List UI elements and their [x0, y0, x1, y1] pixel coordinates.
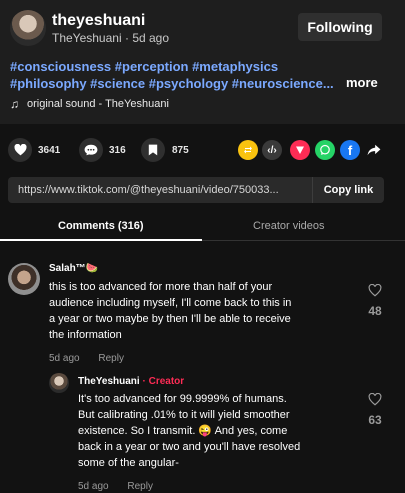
sound-label: original sound - TheYeshuani [27, 98, 169, 110]
author-display-name[interactable]: TheYeshuani [52, 31, 122, 45]
reply-header: TheYeshuani · Creator [78, 376, 184, 387]
repost-glyph [244, 146, 252, 154]
tab-comments[interactable]: Comments (316) [58, 220, 144, 232]
author-meta: TheYeshuani · 5d ago [52, 31, 169, 45]
reply-like[interactable]: 63 [363, 392, 387, 427]
comment-line: audience including myself, I'll come bac… [49, 297, 292, 309]
comment-like[interactable]: 48 [363, 283, 387, 318]
embed-icon[interactable]: ‹/› [262, 140, 282, 160]
reply-time: 5d ago [78, 481, 109, 492]
reply-text: It's too advanced for 99.9999% of humans… [78, 391, 363, 471]
bookmark-icon [148, 144, 158, 156]
comment-line: this is too advanced for more than half … [49, 281, 273, 293]
reply-button[interactable]: Reply [127, 481, 153, 492]
creator-badge: Creator [148, 376, 185, 387]
comment-line: the information [49, 329, 122, 341]
share-arrow-glyph [367, 144, 381, 156]
facebook-icon[interactable]: f [340, 140, 360, 160]
music-note-icon: ♫ [10, 97, 19, 111]
caption-hashtags: #consciousness #perception #metaphysics … [10, 58, 340, 92]
whatsapp-glyph [320, 144, 330, 155]
share-arrow-icon[interactable] [364, 140, 384, 160]
comment-line: a year or two maybe by then I'll be able… [49, 313, 291, 325]
tab-creator-videos[interactable]: Creator videos [253, 220, 325, 232]
comment-icon [84, 144, 98, 156]
like-button[interactable] [8, 138, 32, 162]
caption-more-button[interactable]: more [346, 75, 378, 90]
comment-count: 316 [109, 145, 126, 156]
comment-author[interactable]: Salah™🍉 [49, 263, 98, 274]
reply-meta: 5d ago Reply [78, 481, 153, 492]
actions-row: 3641 316 875 ‹/› f [0, 138, 405, 166]
hashtag-line[interactable]: #philosophy #science #psychology #neuros… [10, 75, 340, 92]
reply-author[interactable]: TheYeshuani [78, 376, 140, 387]
like-count: 3641 [38, 145, 61, 156]
reply-line: back in a year or two and you'll have re… [78, 441, 301, 453]
send-icon[interactable] [290, 140, 310, 160]
link-box: https://www.tiktok.com/@theyeshuani/vide… [8, 177, 384, 203]
heart-outline-icon [368, 392, 382, 406]
reply-line: existence. So I transmit. 😜 And yes, com… [78, 425, 288, 437]
comment-time: 5d ago [49, 353, 80, 364]
save-count: 875 [172, 145, 189, 156]
reply-line: But calibrating .01% to it will yield sm… [78, 409, 290, 421]
comment-meta: 5d ago Reply [49, 353, 124, 364]
comment-button[interactable] [79, 138, 103, 162]
repost-icon[interactable] [238, 140, 258, 160]
reply-button[interactable]: Reply [98, 353, 124, 364]
comment-text: this is too advanced for more than half … [49, 279, 369, 343]
video-url[interactable]: https://www.tiktok.com/@theyeshuani/vide… [18, 184, 308, 196]
whatsapp-icon[interactable] [315, 140, 335, 160]
sound-link[interactable]: ♫ original sound - TheYeshuani [10, 97, 169, 111]
copy-link-button[interactable]: Copy link [312, 177, 384, 203]
video-info-card: theyeshuani TheYeshuani · 5d ago Followi… [0, 0, 405, 124]
heart-icon [14, 144, 26, 156]
author-avatar[interactable] [10, 10, 46, 46]
reply-line: some of the angular- [78, 457, 179, 469]
comment-like-count: 48 [368, 304, 382, 318]
save-button[interactable] [141, 138, 165, 162]
reply-separator: · [142, 376, 146, 387]
following-button[interactable]: Following [298, 13, 382, 41]
send-glyph [296, 146, 304, 154]
reply-line: It's too advanced for 99.9999% of humans… [78, 393, 287, 405]
heart-outline-icon [368, 283, 382, 297]
avatar[interactable] [8, 263, 40, 295]
tabs: Comments (316) Creator videos [0, 213, 405, 241]
active-tab-indicator [0, 239, 202, 241]
hashtag-line[interactable]: #consciousness #perception #metaphysics [10, 58, 340, 75]
post-time: 5d ago [132, 31, 170, 45]
avatar[interactable] [49, 373, 69, 393]
reply-like-count: 63 [368, 413, 382, 427]
author-username[interactable]: theyeshuani [52, 12, 145, 30]
